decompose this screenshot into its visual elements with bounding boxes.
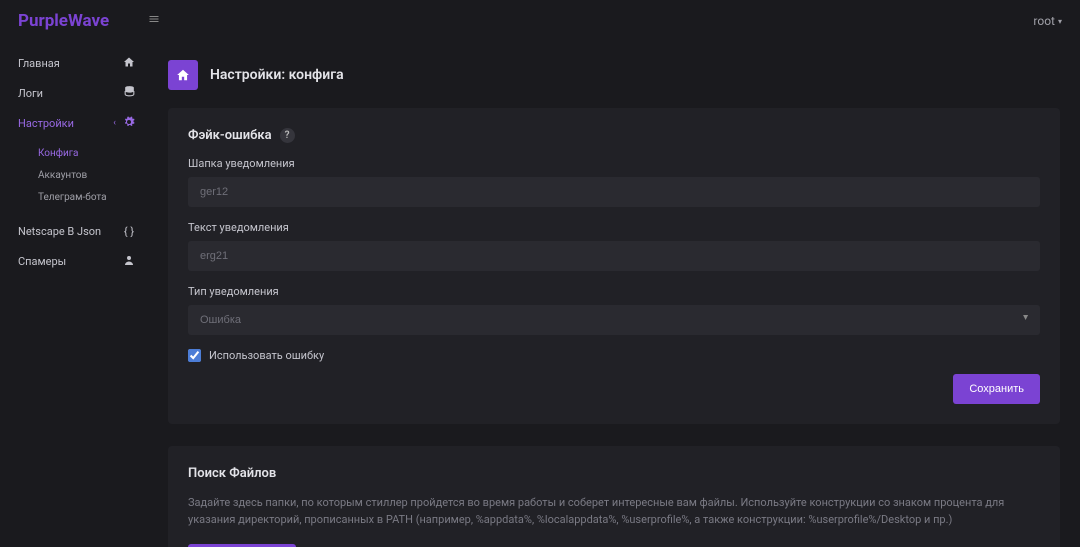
help-icon[interactable]: ? [280,128,295,143]
user-name: root [1033,14,1055,28]
file-search-card: Поиск Файлов Задайте здесь папки, по кот… [168,446,1060,547]
notification-text-label: Текст уведомления [188,221,1040,234]
sidebar-item-label: Netscape В Json [18,225,101,238]
file-search-description: Задайте здесь папки, по которым стиллер … [188,495,1040,528]
use-error-checkbox-row[interactable]: Использовать ошибку [188,349,1040,362]
database-icon [122,85,136,101]
sidebar-item-netscape[interactable]: Netscape В Json { } [0,216,148,246]
sidebar-subitem-accounts[interactable]: Аккаунтов [0,164,148,186]
sidebar-item-label: Настройки [18,117,74,130]
notification-type-select[interactable] [188,305,1040,335]
sidebar-item-spammers[interactable]: Спамеры [0,246,148,276]
card-title: Поиск Файлов [188,466,276,481]
sidebar-item-label: Главная [18,57,60,70]
cogs-icon [122,116,136,131]
sidebar-item-settings[interactable]: Настройки ‹ [0,108,148,138]
notification-header-label: Шапка уведомления [188,157,1040,170]
page-header: Настройки: конфига [168,60,1060,90]
sidebar-subitem-telegram[interactable]: Телеграм-бота [0,186,148,208]
notification-type-label: Тип уведомления [188,285,1040,298]
user-menu[interactable]: root ▾ [1033,14,1062,28]
notification-text-input[interactable] [188,241,1040,271]
notification-header-input[interactable] [188,177,1040,207]
brand-logo: PurpleWave [18,11,148,31]
sidebar-item-home[interactable]: Главная [0,48,148,78]
use-error-checkbox[interactable] [188,349,201,362]
menu-toggle-button[interactable] [148,13,160,29]
chevron-down-icon: ▾ [1058,17,1062,26]
fake-error-card: Фэйк-ошибка ? Шапка уведомления Текст ув… [168,108,1060,424]
save-button[interactable]: Сохранить [953,374,1040,404]
sidebar: Главная Логи Настройки ‹ Конфига Аккаунт… [0,42,148,547]
sidebar-item-label: Спамеры [18,255,66,268]
braces-icon: { } [122,225,136,238]
sidebar-item-label: Логи [18,87,43,100]
card-title: Фэйк-ошибка [188,128,272,143]
use-error-label: Использовать ошибку [209,349,324,362]
sidebar-item-logs[interactable]: Логи [0,78,148,108]
person-icon [122,254,136,269]
home-icon [122,56,136,71]
sidebar-subitem-config[interactable]: Конфига [0,142,148,164]
home-icon [168,60,198,90]
page-title: Настройки: конфига [210,67,344,83]
chevron-left-icon: ‹ [113,118,116,128]
